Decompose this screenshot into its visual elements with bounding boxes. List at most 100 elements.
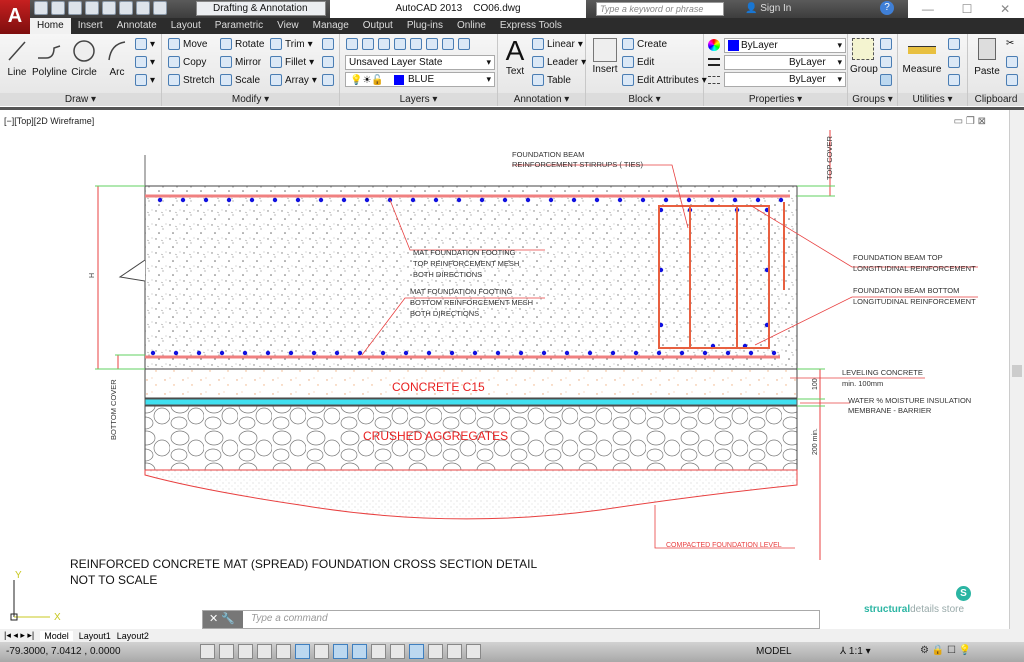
block-panel-label[interactable]: Block ▾ [586, 93, 703, 106]
close-command-icon[interactable]: ✕ [209, 613, 218, 625]
otrack-toggle[interactable] [333, 644, 348, 659]
insert-tool[interactable]: Insert [590, 38, 620, 75]
line-tool[interactable]: Line [4, 38, 30, 78]
layer-freeze-icon[interactable] [410, 38, 422, 50]
grid-toggle[interactable] [238, 644, 253, 659]
offset-tool[interactable] [322, 74, 334, 86]
table-tool[interactable]: Table [532, 74, 571, 86]
tab-output[interactable]: Output [356, 18, 400, 34]
tab-nav-icons[interactable]: |◂ ◂ ▸ ▸| [4, 630, 34, 641]
array-tool[interactable]: Array ▾ [270, 74, 317, 86]
customize-icon[interactable]: 🔧 [221, 613, 235, 625]
drawing-area[interactable]: [−][Top][2D Wireframe] ▭ ❐ ⊠ MAT FOUNDAT… [0, 107, 1024, 631]
layer-properties-icon[interactable] [346, 38, 358, 50]
current-layer-dropdown[interactable]: 💡☀🔓 BLUE [345, 72, 495, 87]
layer-off-icon[interactable] [426, 38, 438, 50]
close-button[interactable]: ✕ [1000, 2, 1010, 16]
color-dropdown[interactable]: ByLayer [724, 38, 846, 53]
erase-tool[interactable] [322, 38, 334, 50]
fillet-tool[interactable]: Fillet ▾ [270, 56, 314, 68]
tab-annotate[interactable]: Annotate [110, 18, 164, 34]
tab-home[interactable]: Home [30, 18, 71, 34]
properties-panel-label[interactable]: Properties ▾ [704, 93, 847, 106]
layer-match-icon[interactable] [362, 38, 374, 50]
tab-online[interactable]: Online [450, 18, 493, 34]
ellipse-tool[interactable]: ▾ [135, 56, 155, 68]
undo-icon[interactable] [136, 1, 150, 15]
copy-tool[interactable]: Copy [168, 56, 206, 68]
plot-icon[interactable] [119, 1, 133, 15]
rectangle-tool[interactable]: ▾ [135, 38, 155, 50]
dyn-toggle[interactable] [371, 644, 386, 659]
polar-toggle[interactable] [276, 644, 291, 659]
rotate-tool[interactable]: Rotate [220, 38, 264, 50]
minimize-button[interactable]: — [922, 2, 934, 16]
ungroup-tool[interactable] [880, 38, 892, 50]
workspace-switch-icon[interactable]: ⚙ 🔒 ☐ 💡 [920, 645, 971, 656]
mirror-tool[interactable]: Mirror [220, 56, 261, 68]
edit-attributes-tool[interactable]: Edit Attributes ▾ [622, 74, 707, 86]
groups-panel-label[interactable]: Groups ▾ [848, 93, 897, 106]
command-input[interactable]: Type a command [251, 613, 328, 624]
layer-unlock-icon[interactable] [458, 38, 470, 50]
circle-tool[interactable]: Circle [70, 38, 98, 78]
polyline-tool[interactable]: Polyline [32, 38, 67, 78]
annotation-scale[interactable]: ⅄ 1:1 ▾ [840, 646, 871, 657]
new-icon[interactable] [34, 1, 48, 15]
quick-select-tool[interactable] [948, 38, 960, 50]
lwt-toggle[interactable] [390, 644, 405, 659]
move-tool[interactable]: Move [168, 38, 207, 50]
paste-tool[interactable]: Paste [972, 38, 1002, 77]
vertical-scrollbar[interactable] [1009, 110, 1024, 631]
application-menu-button[interactable]: A [0, 0, 30, 34]
tab-view[interactable]: View [270, 18, 306, 34]
model-space-button[interactable]: MODEL [756, 646, 792, 657]
maximize-button[interactable]: ☐ [962, 2, 973, 16]
search-input[interactable]: Type a keyword or phrase [596, 2, 724, 16]
infer-constraints-toggle[interactable] [200, 644, 215, 659]
tab-layout2[interactable]: Layout2 [117, 631, 149, 641]
match-properties-tool[interactable] [1006, 74, 1018, 86]
open-icon[interactable] [51, 1, 65, 15]
osnap-toggle[interactable] [295, 644, 310, 659]
draw-panel-label[interactable]: Draw ▾ [0, 93, 161, 106]
group-selection-tool[interactable] [880, 74, 892, 86]
layer-lock-icon[interactable] [442, 38, 454, 50]
help-icon[interactable]: ? [880, 1, 894, 15]
group-edit-tool[interactable] [880, 56, 892, 68]
cut-tool[interactable]: ✂ [1006, 38, 1014, 49]
3d-osnap-toggle[interactable] [314, 644, 329, 659]
hatch-tool[interactable]: ▾ [135, 74, 155, 86]
am-toggle[interactable] [466, 644, 481, 659]
create-block-tool[interactable]: Create [622, 38, 667, 50]
lineweight-dropdown[interactable]: ByLayer [724, 55, 846, 70]
layer-state-dropdown[interactable]: Unsaved Layer State [345, 55, 495, 70]
redo-icon[interactable] [153, 1, 167, 15]
annotation-panel-label[interactable]: Annotation ▾ [498, 93, 585, 106]
ducs-toggle[interactable] [352, 644, 367, 659]
snap-toggle[interactable] [219, 644, 234, 659]
stretch-tool[interactable]: Stretch [168, 74, 215, 86]
edit-block-tool[interactable]: Edit [622, 56, 654, 68]
copy-clip-tool[interactable] [1006, 56, 1018, 68]
sc-toggle[interactable] [447, 644, 462, 659]
tab-parametric[interactable]: Parametric [208, 18, 270, 34]
tab-manage[interactable]: Manage [306, 18, 356, 34]
layer-previous-icon[interactable] [378, 38, 390, 50]
linear-tool[interactable]: Linear ▾ [532, 38, 583, 50]
leader-tool[interactable]: Leader ▾ [532, 56, 586, 68]
scroll-thumb[interactable] [1012, 365, 1022, 377]
tab-express-tools[interactable]: Express Tools [493, 18, 569, 34]
trim-tool[interactable]: Trim ▾ [270, 38, 313, 50]
linetype-dropdown[interactable]: ByLayer [724, 72, 846, 87]
id-point-tool[interactable] [948, 56, 960, 68]
text-tool[interactable]: A Text [502, 36, 528, 78]
explode-tool[interactable] [322, 56, 334, 68]
publish-icon[interactable] [102, 1, 116, 15]
tab-layout1[interactable]: Layout1 [79, 631, 111, 641]
save-as-icon[interactable] [85, 1, 99, 15]
tab-plug-ins[interactable]: Plug-ins [400, 18, 450, 34]
group-tool[interactable]: Group [850, 38, 878, 75]
workspace-dropdown[interactable]: Drafting & Annotation [196, 1, 326, 16]
qp-toggle[interactable] [428, 644, 443, 659]
